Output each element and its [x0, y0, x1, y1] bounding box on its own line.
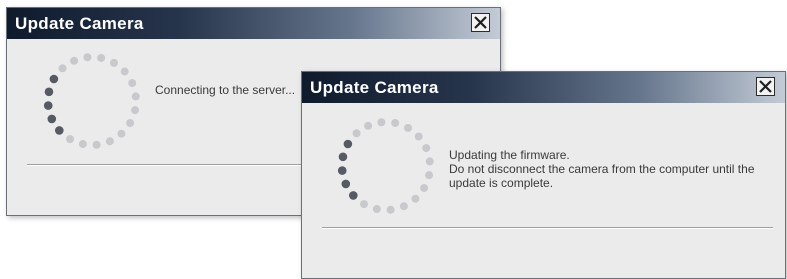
spinner-dot [131, 92, 140, 101]
spinner-dot [128, 79, 137, 88]
message-line: Do not disconnect the camera from the co… [449, 162, 755, 176]
update-camera-dialog-updating: Update Camera Updating the firmware. Do … [301, 71, 786, 279]
spinner-dot [364, 121, 373, 130]
spinner-dot [360, 200, 368, 209]
spinner-dot [55, 126, 64, 135]
spinner-dot [399, 202, 408, 211]
spinner-dot [47, 114, 57, 124]
title-bar[interactable]: Update Camera [302, 72, 785, 103]
spinner-dot [352, 129, 361, 138]
spinner-dot [404, 123, 412, 132]
title-bar[interactable]: Update Camera [7, 8, 500, 39]
dialog-title: Update Camera [310, 78, 439, 97]
close-button[interactable] [471, 13, 490, 32]
spinner-dot [372, 205, 381, 214]
spinner-dot [92, 140, 101, 149]
spinner-dot [391, 118, 400, 127]
spinner-dot [105, 137, 114, 146]
spinner-dot [425, 171, 434, 180]
close-x-icon [474, 16, 487, 29]
spinner-dot [377, 118, 386, 127]
spinner-dot [420, 184, 429, 192]
status-message: Updating the firmware. Do not disconnect… [449, 148, 779, 190]
separator-line [322, 227, 773, 229]
progress-spinner-icon [337, 118, 434, 214]
spinner-dot [49, 74, 59, 84]
spinner-dot [58, 64, 67, 73]
progress-spinner-icon [43, 53, 140, 149]
spinner-dot [411, 194, 420, 203]
dialog-title: Update Camera [15, 14, 144, 33]
spinner-dot [66, 135, 74, 144]
spinner-dot [97, 53, 106, 62]
spinner-dot [70, 56, 79, 65]
message-line: update is complete. [449, 176, 554, 190]
spinner-dot [78, 140, 87, 149]
spinner-dot [341, 179, 351, 189]
spinner-dot [349, 191, 358, 200]
spinner-dot [131, 106, 140, 115]
status-message: Connecting to the server... [155, 83, 296, 97]
spinner-dot [43, 101, 53, 110]
spinner-dot [44, 87, 54, 97]
spinner-dot [414, 132, 423, 141]
spinner-dot [110, 58, 118, 67]
spinner-dot [337, 166, 347, 175]
spinner-dot [386, 205, 395, 214]
spinner-dot [83, 53, 92, 62]
spinner-dot [422, 144, 431, 153]
message-line: Updating the firmware. [449, 148, 570, 162]
spinner-dot [425, 157, 434, 166]
spinner-dot [117, 129, 126, 138]
close-button[interactable] [756, 77, 775, 96]
spinner-dot [120, 67, 129, 76]
spinner-dot [126, 119, 135, 127]
close-x-icon [759, 80, 772, 93]
spinner-dot [338, 152, 348, 162]
spinner-dot [343, 139, 353, 149]
